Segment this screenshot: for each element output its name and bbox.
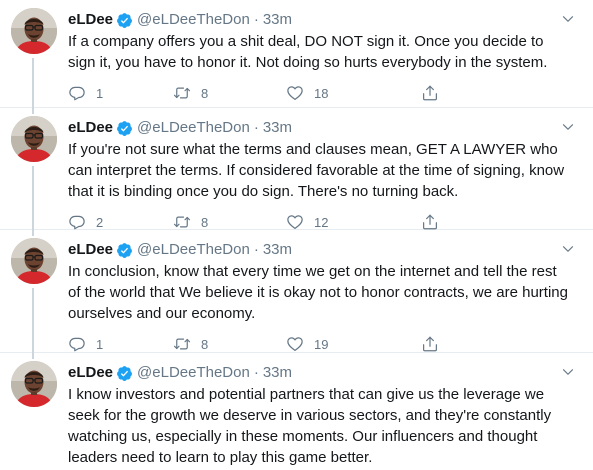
timestamp[interactable]: 33m xyxy=(263,240,292,260)
tweet[interactable]: eLDee @eLDeeTheDon · 33m If a company of… xyxy=(0,0,593,110)
timestamp[interactable]: 33m xyxy=(263,118,292,138)
share-button[interactable] xyxy=(421,335,451,353)
reply-icon xyxy=(68,84,86,102)
retweet-count: 8 xyxy=(201,336,209,352)
separator: · xyxy=(253,119,259,136)
heart-icon xyxy=(286,335,304,353)
tweet-text: In conclusion, know that every time we g… xyxy=(68,263,568,322)
chevron-down-icon[interactable] xyxy=(559,240,577,258)
heart-icon xyxy=(286,84,304,102)
display-name[interactable]: eLDee xyxy=(68,363,113,383)
display-name[interactable]: eLDee xyxy=(68,118,113,138)
chevron-down-icon[interactable] xyxy=(559,363,577,381)
tweet[interactable]: eLDee @eLDeeTheDon · 33m I know investor… xyxy=(0,353,593,470)
user-handle[interactable]: @eLDeeTheDon xyxy=(137,240,250,260)
tweet-text: If you're not sure what the terms and cl… xyxy=(68,141,565,200)
verified-badge-icon xyxy=(116,365,133,382)
retweet-count: 8 xyxy=(201,214,209,230)
separator: · xyxy=(253,11,259,28)
share-button[interactable] xyxy=(421,213,451,231)
reply-button[interactable]: 1 xyxy=(68,84,173,102)
reply-count: 1 xyxy=(96,336,104,352)
retweet-icon xyxy=(173,213,191,231)
tweet-header: eLDee @eLDeeTheDon · 33m xyxy=(68,363,579,383)
tweet-actions: 1 8 19 xyxy=(68,334,579,354)
tweet-actions: 1 8 18 xyxy=(68,83,579,103)
reply-icon xyxy=(68,335,86,353)
timestamp[interactable]: 33m xyxy=(263,10,292,30)
tweet-actions: 2 8 12 xyxy=(68,212,579,232)
retweet-button[interactable]: 8 xyxy=(173,335,286,353)
avatar[interactable] xyxy=(11,116,57,162)
chevron-down-icon[interactable] xyxy=(559,10,577,28)
retweet-icon xyxy=(173,335,191,353)
thread-line xyxy=(32,288,34,355)
thread-line xyxy=(32,230,34,236)
user-handle[interactable]: @eLDeeTheDon xyxy=(137,363,250,383)
share-icon xyxy=(421,335,439,353)
like-button[interactable]: 19 xyxy=(286,335,421,353)
thread-line xyxy=(32,58,34,110)
reply-button[interactable]: 1 xyxy=(68,335,173,353)
tweet-text: If a company offers you a shit deal, DO … xyxy=(68,33,548,71)
reply-count: 1 xyxy=(96,85,104,101)
user-handle[interactable]: @eLDeeTheDon xyxy=(137,10,250,30)
share-icon xyxy=(421,84,439,102)
avatar[interactable] xyxy=(11,8,57,54)
like-button[interactable]: 18 xyxy=(286,84,421,102)
share-button[interactable] xyxy=(421,84,451,102)
tweet-header: eLDee @eLDeeTheDon · 33m xyxy=(68,10,579,30)
chevron-down-icon[interactable] xyxy=(559,118,577,136)
thread-line xyxy=(32,108,34,114)
tweet[interactable]: eLDee @eLDeeTheDon · 33m If you're not s… xyxy=(0,108,593,232)
separator: · xyxy=(253,364,259,381)
display-name[interactable]: eLDee xyxy=(68,10,113,30)
user-handle[interactable]: @eLDeeTheDon xyxy=(137,118,250,138)
tweet-text: I know investors and potential partners … xyxy=(68,386,552,466)
verified-badge-icon xyxy=(116,242,133,259)
reply-icon xyxy=(68,213,86,231)
tweet-thread: eLDee @eLDeeTheDon · 33m If a company of… xyxy=(0,0,593,470)
timestamp[interactable]: 33m xyxy=(263,363,292,383)
retweet-count: 8 xyxy=(201,85,209,101)
avatar[interactable] xyxy=(11,238,57,284)
display-name[interactable]: eLDee xyxy=(68,240,113,260)
verified-badge-icon xyxy=(116,120,133,137)
reply-count: 2 xyxy=(96,214,104,230)
tweet-header: eLDee @eLDeeTheDon · 33m xyxy=(68,118,579,138)
retweet-button[interactable]: 8 xyxy=(173,213,286,231)
share-icon xyxy=(421,213,439,231)
thread-line xyxy=(32,353,34,359)
heart-icon xyxy=(286,213,304,231)
like-count: 12 xyxy=(314,214,329,230)
tweet-header: eLDee @eLDeeTheDon · 33m xyxy=(68,240,579,260)
verified-badge-icon xyxy=(116,12,133,29)
thread-line xyxy=(32,166,34,232)
reply-button[interactable]: 2 xyxy=(68,213,173,231)
tweet[interactable]: eLDee @eLDeeTheDon · 33m In conclusion, … xyxy=(0,230,593,355)
like-button[interactable]: 12 xyxy=(286,213,421,231)
separator: · xyxy=(253,241,259,258)
like-count: 18 xyxy=(314,85,329,101)
retweet-icon xyxy=(173,84,191,102)
like-count: 19 xyxy=(314,336,329,352)
retweet-button[interactable]: 8 xyxy=(173,84,286,102)
avatar[interactable] xyxy=(11,361,57,407)
